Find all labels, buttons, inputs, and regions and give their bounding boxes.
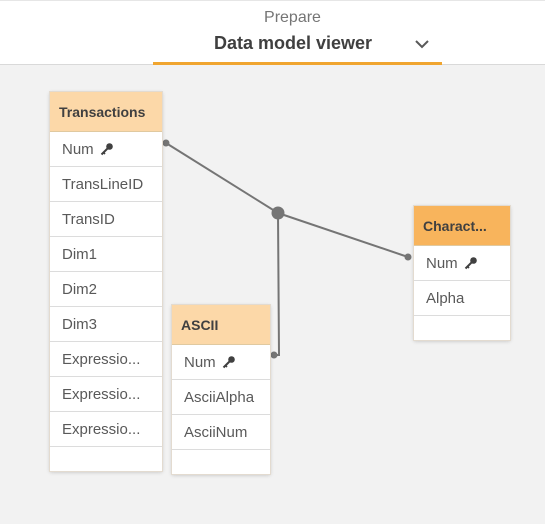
field-name: Dim2	[62, 281, 98, 298]
field-row[interactable]: Expressio...	[50, 412, 162, 447]
link-endpoint-transactions	[162, 139, 170, 147]
field-name: Expressio...	[62, 421, 141, 438]
table-header[interactable]: ASCII	[172, 305, 270, 345]
field-row[interactable]: Alpha	[414, 281, 510, 316]
field-name: TransLineID	[62, 176, 144, 193]
field-name: Num	[426, 255, 458, 272]
field-name: Num	[62, 141, 94, 158]
view-title[interactable]: Data model viewer	[153, 33, 433, 54]
field-row[interactable]: Num	[50, 132, 162, 167]
section-label: Prepare	[264, 9, 321, 26]
field-name: Expressio...	[62, 351, 141, 368]
key-icon	[222, 356, 235, 369]
field-row[interactable]: Num	[414, 246, 510, 281]
field-row[interactable]: AsciiAlpha	[172, 380, 270, 415]
app-header: Prepare Data model viewer	[0, 0, 545, 65]
field-name: TransID	[62, 211, 115, 228]
view-selector[interactable]: Data model viewer	[153, 30, 442, 65]
link-characters-num	[277, 212, 409, 258]
field-row[interactable]: Expressio...	[50, 342, 162, 377]
link-endpoint-characters	[404, 253, 412, 261]
chevron-down-icon[interactable]	[412, 34, 432, 54]
table-header[interactable]: Transactions	[50, 92, 162, 132]
field-row[interactable]: Num	[172, 345, 270, 380]
link-transactions-num	[165, 142, 279, 214]
table-ascii[interactable]: ASCII Num AsciiAlpha AsciiNum	[172, 305, 270, 474]
field-row[interactable]: Dim3	[50, 307, 162, 342]
table-header[interactable]: Charact...	[414, 206, 510, 246]
field-row[interactable]: Expressio...	[50, 377, 162, 412]
table-footer-space	[50, 447, 162, 471]
link-ascii-num	[273, 212, 281, 356]
header-top-border	[0, 0, 545, 1]
field-name: Alpha	[426, 290, 465, 307]
table-characters[interactable]: Charact... Num Alpha	[414, 206, 510, 340]
key-icon	[100, 143, 113, 156]
field-row[interactable]: TransID	[50, 202, 162, 237]
synthetic-key-node[interactable]	[271, 206, 285, 220]
field-row[interactable]: Dim1	[50, 237, 162, 272]
field-name: Num	[184, 354, 216, 371]
field-row[interactable]: Dim2	[50, 272, 162, 307]
field-row[interactable]: AsciiNum	[172, 415, 270, 450]
table-transactions[interactable]: Transactions Num TransLineID TransID Dim…	[50, 92, 162, 471]
link-endpoint-ascii	[270, 351, 278, 359]
table-footer-space	[172, 450, 270, 474]
table-footer-space	[414, 316, 510, 340]
key-icon	[464, 257, 477, 270]
field-name: AsciiAlpha	[184, 389, 255, 406]
field-name: AsciiNum	[184, 424, 248, 441]
field-name: Dim1	[62, 246, 98, 263]
field-name: Expressio...	[62, 386, 141, 403]
field-name: Dim3	[62, 316, 98, 333]
field-row[interactable]: TransLineID	[50, 167, 162, 202]
model-canvas[interactable]: Transactions Num TransLineID TransID Dim…	[0, 65, 545, 524]
